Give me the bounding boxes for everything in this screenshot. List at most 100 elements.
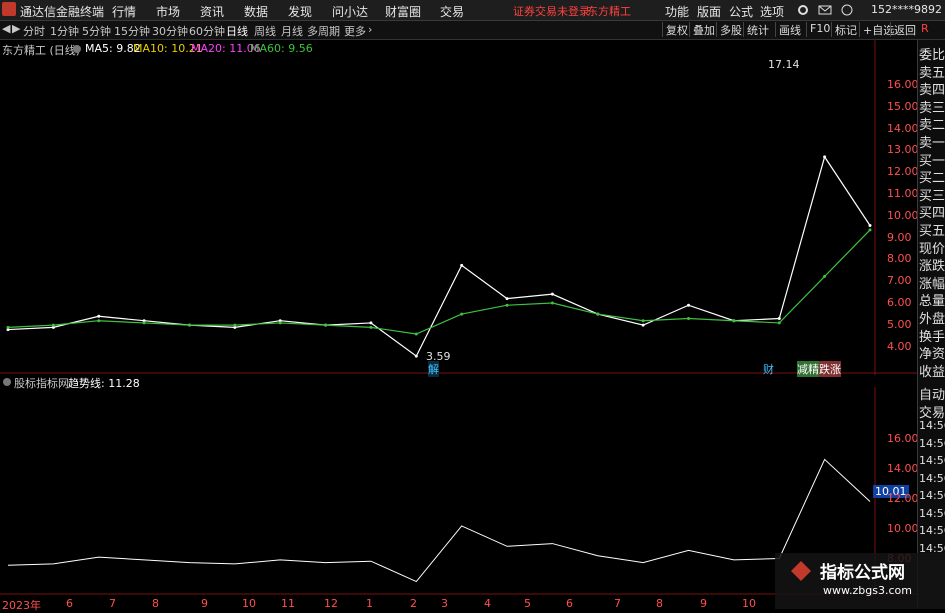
fine-badge[interactable]: 精 xyxy=(808,361,819,377)
tab-more[interactable]: 更多 xyxy=(344,23,366,39)
back-button[interactable]: 返回 xyxy=(890,22,919,37)
menu-discover[interactable]: 发现 xyxy=(288,3,312,20)
sidebar-quote-label: 买五 xyxy=(919,224,945,239)
statistics-button[interactable]: 统计 xyxy=(743,22,772,37)
menu-function[interactable]: 功能 xyxy=(665,3,689,20)
fall-badge[interactable]: 跌 xyxy=(819,361,830,377)
sidebar-quote-label: 买二 xyxy=(919,171,945,187)
series-point xyxy=(97,319,101,323)
finance-badge[interactable]: 财 xyxy=(763,361,774,377)
price-chart[interactable] xyxy=(0,40,917,375)
tab-15min[interactable]: 15分钟 xyxy=(114,23,150,39)
time-axis-label: 5 xyxy=(524,597,531,610)
menu-market[interactable]: 市场 xyxy=(156,3,180,20)
tab-monthly[interactable]: 月线 xyxy=(281,23,303,39)
auto-trade-label[interactable]: 自动 xyxy=(919,384,945,403)
price-axis-tick: 8.00 xyxy=(887,252,912,266)
tab-60min[interactable]: 60分钟 xyxy=(189,23,225,39)
logo-icon xyxy=(790,560,812,582)
series-point xyxy=(414,332,418,336)
current-stock-name: 东方精工 xyxy=(587,5,631,18)
menu-wealth[interactable]: 财富圈 xyxy=(385,3,421,20)
chevron-right-icon[interactable]: › xyxy=(368,23,372,36)
scroll-left-icon[interactable]: ◀ xyxy=(2,22,10,35)
time-axis-label: 6 xyxy=(66,597,73,610)
sidebar-quote-label: 卖二 xyxy=(919,118,945,134)
price-axis-tick: 14.00 xyxy=(887,121,919,135)
scroll-right-icon[interactable]: ▶ xyxy=(12,22,20,35)
tick-time: 14:56 xyxy=(919,436,945,450)
tab-weekly[interactable]: 周线 xyxy=(254,23,276,39)
menu-formula[interactable]: 公式 xyxy=(729,3,753,20)
sidebar-quote-label: 涨跌 xyxy=(919,259,945,275)
time-axis-label: 8 xyxy=(152,597,159,610)
series-point xyxy=(641,323,645,327)
message-icon[interactable] xyxy=(840,3,854,17)
menu-info[interactable]: 资讯 xyxy=(200,3,224,20)
auto-trade-label[interactable]: 交易 xyxy=(919,402,945,421)
time-axis-label: 8 xyxy=(656,597,663,610)
restore-rights-button[interactable]: 复权 xyxy=(662,22,691,37)
overlay-button[interactable]: 叠加 xyxy=(689,22,718,37)
tab-intraday[interactable]: 分时 xyxy=(23,23,45,39)
series-point xyxy=(6,325,10,329)
menu-layout[interactable]: 版面 xyxy=(697,3,721,20)
time-axis-label: 9 xyxy=(201,597,208,610)
price-axis-tick: 7.00 xyxy=(887,274,912,288)
draw-line-button[interactable]: 画线 xyxy=(775,22,804,37)
series-point xyxy=(550,292,554,296)
unlock-badge[interactable]: 解 xyxy=(428,361,439,377)
series-point xyxy=(278,321,282,325)
tab-1min[interactable]: 1分钟 xyxy=(50,23,79,39)
time-axis-label: 10 xyxy=(242,597,256,610)
sidebar-quote-label: 买三 xyxy=(919,188,945,204)
user-id[interactable]: 152****9892 xyxy=(871,3,942,16)
price-axis-tick: 10.00 xyxy=(887,208,919,222)
tab-multi-period[interactable]: 多周期 xyxy=(307,23,340,39)
menu-ask[interactable]: 问小达 xyxy=(332,3,368,20)
series-point xyxy=(233,323,237,327)
series-point xyxy=(732,319,736,323)
indicator-axis-tick: 16.00 xyxy=(887,432,919,445)
indicator-icon[interactable] xyxy=(2,376,12,386)
tab-5min[interactable]: 5分钟 xyxy=(82,23,111,39)
trade-login-notice[interactable]: 证券交易未登录 xyxy=(513,3,590,19)
series-point xyxy=(596,312,600,316)
menu-options[interactable]: 选项 xyxy=(760,3,784,20)
app-title: 通达信金融终端 xyxy=(20,5,105,19)
series-point xyxy=(187,323,191,327)
mark-button[interactable]: 标记 xyxy=(831,22,860,37)
menu-market-quotes[interactable]: 行情 xyxy=(112,3,136,20)
series-line-ma5 xyxy=(7,155,871,358)
reduce-badge[interactable]: 减 xyxy=(797,361,808,377)
series-line-ma60 xyxy=(7,229,871,335)
series-point xyxy=(369,321,373,325)
series-point xyxy=(777,317,781,320)
sidebar-quote-label: 收益 xyxy=(919,364,945,380)
rise-badge[interactable]: 涨 xyxy=(830,361,841,377)
tab-daily[interactable]: 日线 xyxy=(226,23,248,39)
tab-30min[interactable]: 30分钟 xyxy=(152,23,188,39)
tick-time: 14:56 xyxy=(919,489,945,502)
time-axis-label: 2023年 xyxy=(2,599,41,612)
sidebar-quote-label: 总量 xyxy=(919,294,945,310)
settings-icon[interactable] xyxy=(796,3,810,17)
multi-stock-button[interactable]: 多股 xyxy=(716,22,745,37)
time-axis-label: 10 xyxy=(742,597,756,610)
price-axis-tick: 11.00 xyxy=(887,187,919,200)
series-point xyxy=(97,314,101,318)
sidebar-quote-label: 现价 xyxy=(919,241,945,257)
series-point xyxy=(823,155,827,159)
mail-icon[interactable] xyxy=(818,3,832,17)
indicator-axis-tick: 14.00 xyxy=(887,462,919,475)
price-axis-tick: 13.00 xyxy=(887,143,919,157)
menu-trade[interactable]: 交易 xyxy=(440,3,464,20)
time-axis-label: 7 xyxy=(614,597,621,610)
price-axis-tick: 4.00 xyxy=(887,339,912,353)
sidebar-quote-label: 换手 xyxy=(919,329,945,345)
menu-data[interactable]: 数据 xyxy=(244,3,268,20)
f10-button[interactable]: F10 xyxy=(806,22,833,37)
series-point xyxy=(641,319,645,323)
time-axis-label: 11 xyxy=(281,597,295,610)
series-point xyxy=(369,325,373,329)
